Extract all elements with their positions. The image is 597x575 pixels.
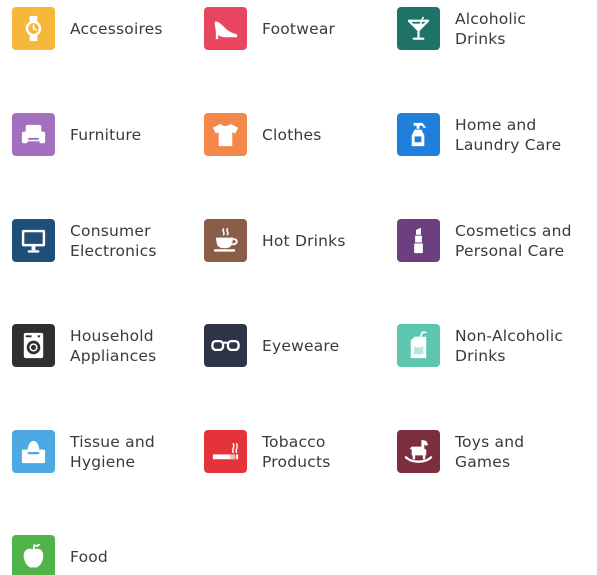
category-label: Cosmetics and Personal Care bbox=[455, 221, 572, 260]
tissue-box-icon bbox=[12, 430, 55, 473]
category-alcoholic-drinks[interactable]: Alcoholic Drinks bbox=[397, 7, 526, 50]
category-label: Footwear bbox=[262, 19, 336, 38]
category-label: Food bbox=[70, 547, 108, 566]
category-cosmetics-and-personal-care[interactable]: Cosmetics and Personal Care bbox=[397, 219, 572, 262]
category-hot-drinks[interactable]: Hot Drinks bbox=[204, 219, 346, 262]
category-grid: Accessoires Footwear Alcoholic Drinks Fu… bbox=[0, 0, 597, 575]
cigarette-icon bbox=[204, 430, 247, 473]
category-tobacco-products[interactable]: Tobacco Products bbox=[204, 430, 331, 473]
category-tissue-and-hygiene[interactable]: Tissue and Hygiene bbox=[12, 430, 155, 473]
category-home-and-laundry-care[interactable]: Home and Laundry Care bbox=[397, 113, 561, 156]
category-furniture[interactable]: Furniture bbox=[12, 113, 141, 156]
category-clothes[interactable]: Clothes bbox=[204, 113, 322, 156]
category-accessoires[interactable]: Accessoires bbox=[12, 7, 163, 50]
glasses-icon bbox=[204, 324, 247, 367]
cocktail-icon bbox=[397, 7, 440, 50]
apple-icon bbox=[12, 535, 55, 575]
category-food[interactable]: Food bbox=[12, 535, 108, 575]
high-heel-icon bbox=[204, 7, 247, 50]
armchair-icon bbox=[12, 113, 55, 156]
watch-icon bbox=[12, 7, 55, 50]
spray-bottle-icon bbox=[397, 113, 440, 156]
category-label: Furniture bbox=[70, 125, 142, 144]
category-consumer-electronics[interactable]: Consumer Electronics bbox=[12, 219, 157, 262]
category-label: Eyeweare bbox=[262, 336, 340, 355]
monitor-icon bbox=[12, 219, 55, 262]
category-eyeweare[interactable]: Eyeweare bbox=[204, 324, 339, 367]
category-non-alcoholic-drinks[interactable]: Non-Alcoholic Drinks bbox=[397, 324, 563, 367]
category-household-appliances[interactable]: Household Appliances bbox=[12, 324, 156, 367]
category-label: Clothes bbox=[262, 125, 322, 144]
lipstick-icon bbox=[397, 219, 440, 262]
category-label: Accessoires bbox=[70, 19, 163, 38]
category-label: Tissue and Hygiene bbox=[70, 432, 155, 471]
category-footwear[interactable]: Footwear bbox=[204, 7, 335, 50]
category-label: Toys and Games bbox=[455, 432, 525, 471]
category-label: Alcoholic Drinks bbox=[455, 9, 527, 48]
rocking-horse-icon bbox=[397, 430, 440, 473]
category-label: Non-Alcoholic Drinks bbox=[455, 326, 564, 365]
category-label: Hot Drinks bbox=[262, 231, 346, 250]
category-label: Tobacco Products bbox=[262, 432, 331, 471]
washing-machine-icon bbox=[12, 324, 55, 367]
category-label: Household Appliances bbox=[70, 326, 157, 365]
category-label: Home and Laundry Care bbox=[455, 115, 562, 154]
t-shirt-icon bbox=[204, 113, 247, 156]
category-toys-and-games[interactable]: Toys and Games bbox=[397, 430, 524, 473]
coffee-cup-icon bbox=[204, 219, 247, 262]
juice-box-icon bbox=[397, 324, 440, 367]
category-label: Consumer Electronics bbox=[70, 221, 157, 260]
